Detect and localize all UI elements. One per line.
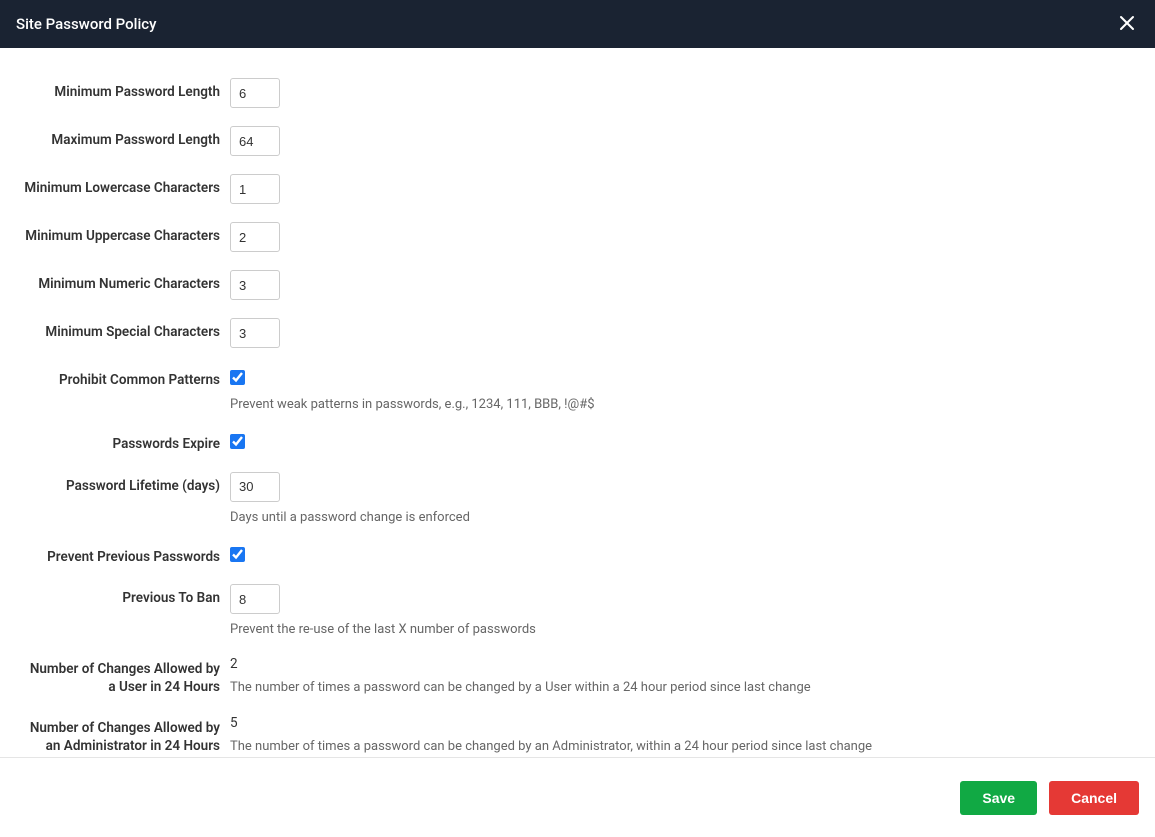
prohibit-patterns-label: Prohibit Common Patterns xyxy=(24,366,230,390)
passwords-expire-label: Passwords Expire xyxy=(24,430,230,454)
previous-ban-label: Previous To Ban xyxy=(24,584,230,608)
min-uppercase-label: Minimum Uppercase Characters xyxy=(24,222,230,246)
min-password-length-input[interactable] xyxy=(230,78,280,108)
prohibit-patterns-checkbox[interactable] xyxy=(230,370,245,385)
passwords-expire-checkbox[interactable] xyxy=(230,434,245,449)
min-numeric-input[interactable] xyxy=(230,270,280,300)
dialog-footer: Save Cancel xyxy=(0,757,1155,837)
prohibit-patterns-helper: Prevent weak patterns in passwords, e.g.… xyxy=(230,397,1131,412)
admin-changes-label: Number of Changes Allowed by an Administ… xyxy=(24,714,230,755)
previous-ban-helper: Prevent the re-use of the last X number … xyxy=(230,622,1131,637)
user-changes-value: 2 xyxy=(230,655,1131,672)
dialog-body: Minimum Password Length Maximum Password… xyxy=(0,48,1155,757)
max-password-length-input[interactable] xyxy=(230,126,280,156)
dialog-header: Site Password Policy xyxy=(0,0,1155,48)
user-changes-label: Number of Changes Allowed by a User in 2… xyxy=(24,655,230,696)
min-uppercase-input[interactable] xyxy=(230,222,280,252)
min-password-length-label: Minimum Password Length xyxy=(24,78,230,102)
min-special-label: Minimum Special Characters xyxy=(24,318,230,342)
prevent-previous-label: Prevent Previous Passwords xyxy=(24,543,230,567)
min-special-input[interactable] xyxy=(230,318,280,348)
admin-changes-helper: The number of times a password can be ch… xyxy=(230,739,1131,754)
dialog-title: Site Password Policy xyxy=(16,15,156,33)
min-numeric-label: Minimum Numeric Characters xyxy=(24,270,230,294)
password-lifetime-helper: Days until a password change is enforced xyxy=(230,510,1131,525)
previous-ban-input[interactable] xyxy=(230,584,280,614)
save-button[interactable]: Save xyxy=(960,781,1037,815)
password-lifetime-input[interactable] xyxy=(230,472,280,502)
max-password-length-label: Maximum Password Length xyxy=(24,126,230,150)
min-lowercase-label: Minimum Lowercase Characters xyxy=(24,174,230,198)
close-icon[interactable] xyxy=(1115,10,1139,38)
admin-changes-value: 5 xyxy=(230,714,1131,731)
user-changes-helper: The number of times a password can be ch… xyxy=(230,680,1131,695)
min-lowercase-input[interactable] xyxy=(230,174,280,204)
cancel-button[interactable]: Cancel xyxy=(1049,781,1139,815)
prevent-previous-checkbox[interactable] xyxy=(230,547,245,562)
password-lifetime-label: Password Lifetime (days) xyxy=(24,472,230,496)
